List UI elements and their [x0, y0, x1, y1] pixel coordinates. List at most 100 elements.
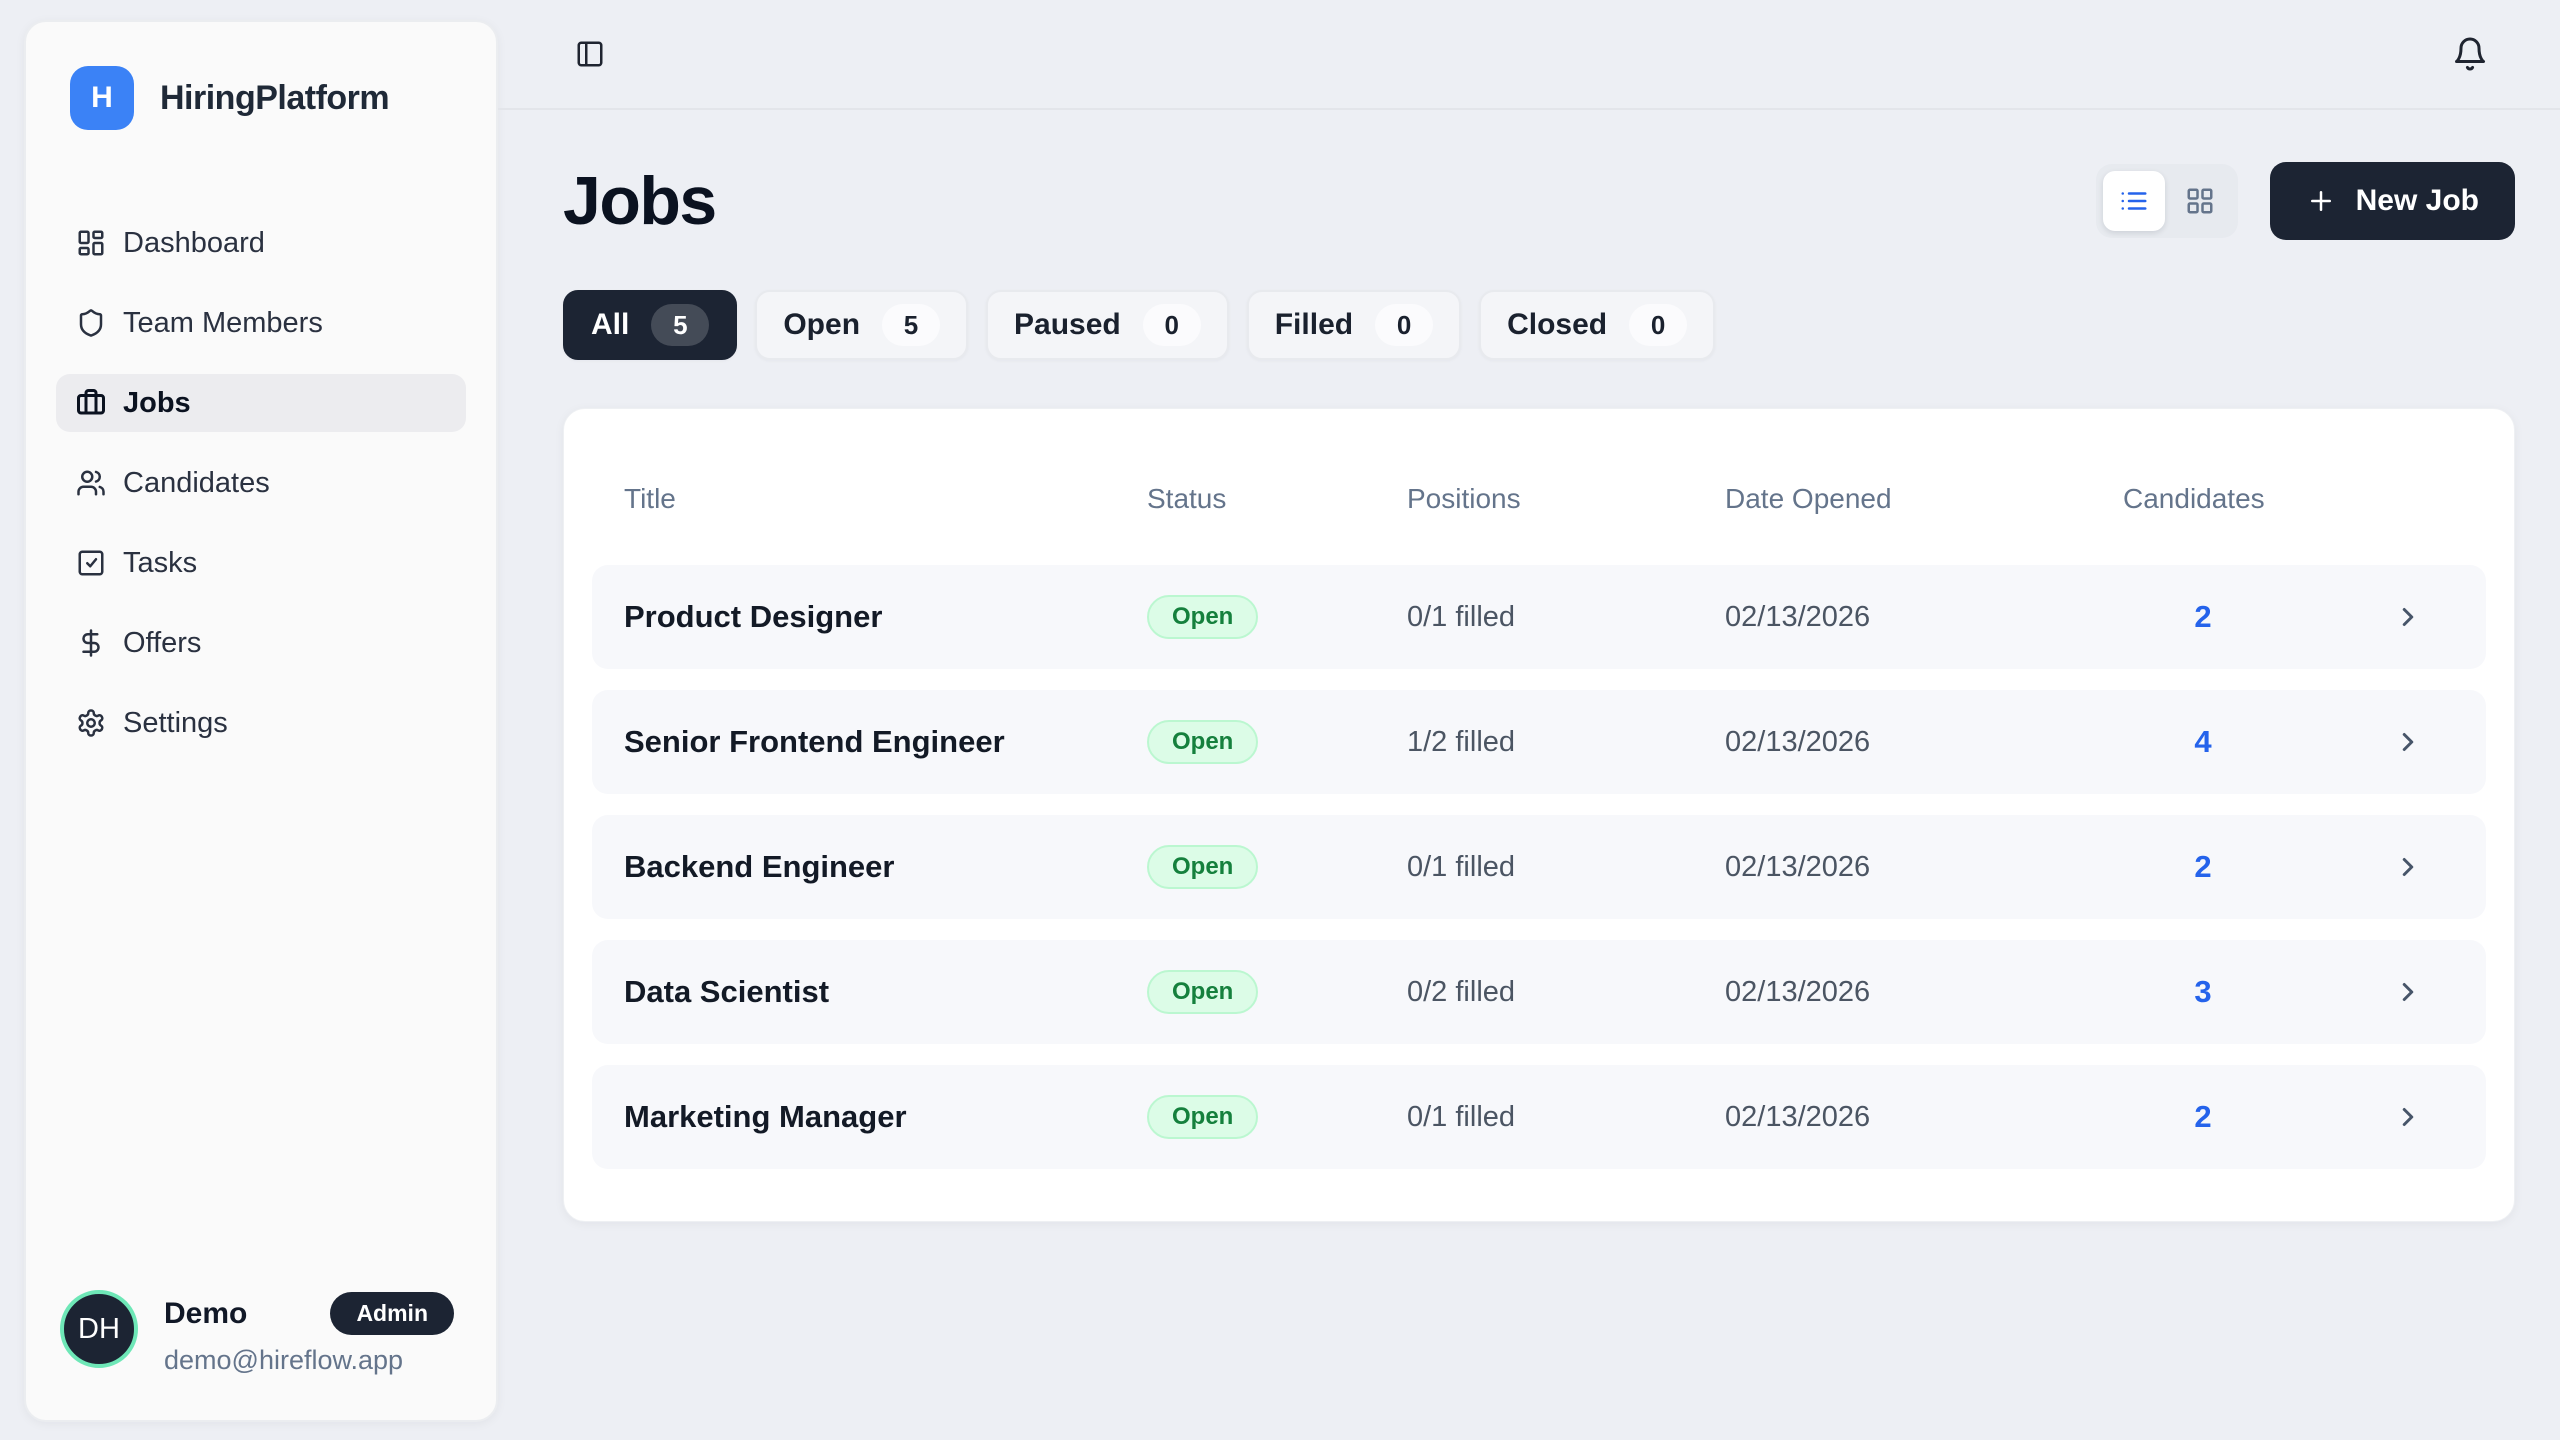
- status-badge: Open: [1147, 1095, 1258, 1139]
- panel-left-icon: [575, 39, 605, 69]
- job-title: Data Scientist: [624, 974, 1147, 1010]
- candidates-count[interactable]: 4: [2123, 724, 2283, 760]
- table-body: Product DesignerOpen0/1 filled02/13/2026…: [592, 565, 2486, 1169]
- brand: H HiringPlatform: [26, 22, 496, 130]
- job-row[interactable]: Senior Frontend EngineerOpen1/2 filled02…: [592, 690, 2486, 794]
- column-header-title: Title: [624, 483, 1147, 515]
- job-title: Senior Frontend Engineer: [624, 724, 1147, 760]
- sidebar-item-label: Settings: [123, 707, 228, 740]
- grid-view-button[interactable]: [2169, 171, 2231, 231]
- row-open-chevron[interactable]: [2386, 977, 2430, 1007]
- sidebar-item-label: Dashboard: [123, 227, 265, 260]
- list-icon: [2119, 186, 2149, 216]
- main-area: Jobs New Job All5Open5Paused0Filled0Clos…: [498, 0, 2560, 1440]
- job-title: Backend Engineer: [624, 849, 1147, 885]
- job-row[interactable]: Product DesignerOpen0/1 filled02/13/2026…: [592, 565, 2486, 669]
- new-job-button[interactable]: New Job: [2270, 162, 2515, 240]
- sidebar-toggle-button[interactable]: [575, 39, 605, 69]
- filter-paused[interactable]: Paused 0: [986, 290, 1229, 360]
- user-box[interactable]: DH Demo Admin demo@hireflow.app: [26, 1270, 496, 1420]
- filter-label: Closed: [1507, 308, 1607, 342]
- filter-open[interactable]: Open5: [755, 290, 968, 360]
- dollar-sign-icon: [76, 628, 106, 658]
- layout-dashboard-icon: [76, 228, 106, 258]
- gear-icon: [76, 708, 106, 738]
- sidebar-item-label: Tasks: [123, 547, 197, 580]
- chevron-right-icon: [2393, 727, 2423, 757]
- status-badge: Open: [1147, 845, 1258, 889]
- positions-filled: 0/1 filled: [1407, 851, 1725, 884]
- date-opened: 02/13/2026: [1725, 851, 2123, 884]
- sidebar-item-tasks[interactable]: Tasks: [56, 534, 466, 592]
- date-opened: 02/13/2026: [1725, 976, 2123, 1009]
- user-name: Demo: [164, 1297, 247, 1331]
- filter-label: Filled: [1275, 308, 1353, 342]
- candidates-count[interactable]: 3: [2123, 974, 2283, 1010]
- plus-icon: [2306, 186, 2336, 216]
- role-badge: Admin: [330, 1292, 454, 1335]
- chevron-right-icon: [2393, 977, 2423, 1007]
- avatar: DH: [60, 1290, 138, 1368]
- filter-count-badge: 5: [651, 304, 709, 346]
- row-open-chevron[interactable]: [2386, 1102, 2430, 1132]
- table-header-row: Title Status Positions Date Opened Candi…: [592, 433, 2486, 565]
- job-row[interactable]: Data ScientistOpen 0/2 filled02/13/20263: [592, 940, 2486, 1044]
- chevron-right-icon: [2393, 852, 2423, 882]
- chevron-right-icon: [2393, 602, 2423, 632]
- sidebar-item-jobs[interactable]: Jobs: [56, 374, 466, 432]
- filter-count-badge: 0: [1143, 304, 1201, 346]
- brand-name: HiringPlatform: [160, 79, 389, 118]
- filter-closed[interactable]: Closed0: [1479, 290, 1715, 360]
- positions-filled: 0/2 filled: [1407, 976, 1725, 1009]
- candidates-count[interactable]: 2: [2123, 599, 2283, 635]
- sidebar-item-candidates[interactable]: Candidates: [56, 454, 466, 512]
- column-header-candidates: Candidates: [2123, 483, 2283, 515]
- row-open-chevron[interactable]: [2386, 852, 2430, 882]
- sidebar-item-label: Candidates: [123, 467, 270, 500]
- candidates-count[interactable]: 2: [2123, 849, 2283, 885]
- date-opened: 02/13/2026: [1725, 1101, 2123, 1134]
- sidebar: H HiringPlatform Dashboard Team Members …: [24, 20, 498, 1422]
- user-info: Demo Admin demo@hireflow.app: [164, 1290, 454, 1376]
- job-title: Marketing Manager: [624, 1099, 1147, 1135]
- job-row[interactable]: Backend EngineerOpen 0/1 filled02/13/2026…: [592, 815, 2486, 919]
- row-open-chevron[interactable]: [2386, 727, 2430, 757]
- status-badge: Open: [1147, 970, 1258, 1014]
- new-job-label: New Job: [2356, 184, 2479, 218]
- filter-count-badge: 5: [882, 304, 940, 346]
- column-header-positions: Positions: [1407, 483, 1725, 515]
- filter-label: Paused: [1014, 308, 1121, 342]
- status-badge: Open: [1147, 595, 1258, 639]
- shield-icon: [76, 308, 106, 338]
- topbar: [498, 0, 2560, 110]
- filter-all[interactable]: All5: [563, 290, 737, 360]
- row-open-chevron[interactable]: [2386, 602, 2430, 632]
- status-badge: Open: [1147, 720, 1258, 764]
- sidebar-item-dashboard[interactable]: Dashboard: [56, 214, 466, 272]
- view-toggle: [2096, 164, 2238, 238]
- notifications-button[interactable]: [2452, 36, 2488, 72]
- user-email: demo@hireflow.app: [164, 1345, 454, 1376]
- sidebar-item-settings[interactable]: Settings: [56, 694, 466, 752]
- status-filters: All5 Open5 Paused 0 Filled 0 Closed0: [563, 290, 2515, 360]
- content: Jobs New Job All5Open5Paused0Filled0Clos…: [498, 110, 2560, 1440]
- bell-icon: [2452, 36, 2488, 72]
- sidebar-item-team-members[interactable]: Team Members: [56, 294, 466, 352]
- job-row[interactable]: Marketing ManagerOpen 0/1 filled02/13/202…: [592, 1065, 2486, 1169]
- date-opened: 02/13/2026: [1725, 726, 2123, 759]
- job-title: Product Designer: [624, 599, 1147, 635]
- date-opened: 02/13/2026: [1725, 601, 2123, 634]
- users-icon: [76, 468, 106, 498]
- filter-count-badge: 0: [1375, 304, 1433, 346]
- sidebar-item-offers[interactable]: Offers: [56, 614, 466, 672]
- page-title: Jobs: [563, 162, 716, 240]
- candidates-count[interactable]: 2: [2123, 1099, 2283, 1135]
- column-header-date-opened: Date Opened: [1725, 483, 2123, 515]
- sidebar-item-label: Offers: [123, 627, 201, 660]
- filter-filled[interactable]: Filled 0: [1247, 290, 1461, 360]
- square-check-icon: [76, 548, 106, 578]
- sidebar-item-label: Team Members: [123, 307, 323, 340]
- positions-filled: 0/1 filled: [1407, 1101, 1725, 1134]
- sidebar-nav: Dashboard Team Members Jobs Candidates T…: [26, 214, 496, 752]
- list-view-button[interactable]: [2103, 171, 2165, 231]
